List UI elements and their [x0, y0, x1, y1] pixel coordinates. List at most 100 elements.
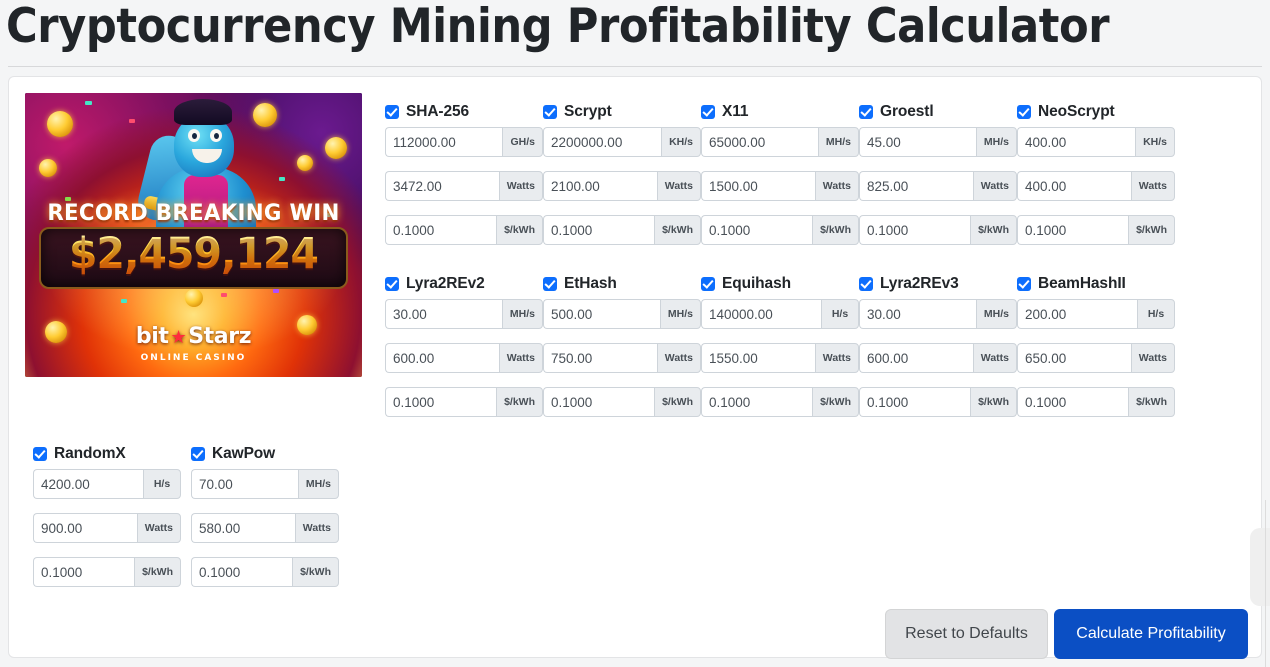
hashrate-input[interactable] — [385, 299, 502, 329]
algorithm-checkbox-x11[interactable] — [701, 105, 715, 119]
ad-headline: RECORD BREAKING WIN — [47, 201, 340, 226]
hashrate-unit-addon: H/s — [821, 299, 859, 329]
algorithm-checkbox-neoscrypt[interactable] — [1017, 105, 1031, 119]
cost-input[interactable] — [543, 215, 655, 245]
hashrate-input-group: MH/s — [385, 299, 543, 329]
confetti — [273, 289, 279, 293]
power-unit-addon: Watts — [1130, 171, 1175, 201]
algorithm-label: KawPow — [212, 445, 276, 462]
hashrate-input-group: MH/s — [859, 299, 1017, 329]
algorithm-checkbox-groestl[interactable] — [859, 105, 873, 119]
algorithm-header: Scrypt — [543, 101, 701, 123]
hashrate-unit-addon: H/s — [1137, 299, 1175, 329]
algorithm-block-lyra2rev3: Lyra2REv3 MH/s Watts $/kWh — [859, 273, 1017, 431]
algorithm-label: RandomX — [54, 445, 126, 462]
algorithm-checkbox-lyra2rev2[interactable] — [385, 277, 399, 291]
power-input[interactable] — [33, 513, 137, 543]
power-input[interactable] — [385, 343, 499, 373]
cost-unit-addon: $/kWh — [134, 557, 181, 587]
algorithm-grid: SHA-256 GH/s Watts $/kWh — [385, 101, 1185, 445]
coin-icon — [39, 159, 57, 177]
cost-input-group: $/kWh — [33, 557, 181, 587]
power-unit-addon: Watts — [498, 343, 543, 373]
algorithm-header: Lyra2REv2 — [385, 273, 543, 295]
power-input[interactable] — [859, 171, 973, 201]
algorithm-checkbox-equihash[interactable] — [701, 277, 715, 291]
algorithm-block-lyra2rev2: Lyra2REv2 MH/s Watts $/kWh — [385, 273, 543, 431]
algorithm-label: Lyra2REv3 — [880, 275, 959, 292]
power-input[interactable] — [543, 343, 657, 373]
advertisement-banner[interactable]: RECORD BREAKING WIN $2,459,124 bit ★Starz… — [25, 93, 362, 377]
hashrate-input[interactable] — [191, 469, 298, 499]
cost-input[interactable] — [543, 387, 655, 417]
power-input[interactable] — [543, 171, 657, 201]
cost-input[interactable] — [1017, 215, 1129, 245]
confetti — [85, 101, 92, 105]
hashrate-input[interactable] — [385, 127, 503, 157]
cost-unit-addon: $/kWh — [812, 387, 859, 417]
power-unit-addon: Watts — [294, 513, 339, 543]
hashrate-input[interactable] — [859, 299, 976, 329]
hashrate-input[interactable] — [701, 299, 821, 329]
hashrate-unit-addon: H/s — [143, 469, 181, 499]
power-input[interactable] — [1017, 343, 1131, 373]
algorithm-header: Groestl — [859, 101, 1017, 123]
cost-input-group: $/kWh — [1017, 215, 1175, 245]
cost-unit-addon: $/kWh — [496, 215, 543, 245]
cost-unit-addon: $/kWh — [496, 387, 543, 417]
algorithm-checkbox-lyra2rev3[interactable] — [859, 277, 873, 291]
power-unit-addon: Watts — [1130, 343, 1175, 373]
algorithm-checkbox-scrypt[interactable] — [543, 105, 557, 119]
cost-input[interactable] — [385, 215, 497, 245]
hashrate-input[interactable] — [859, 127, 976, 157]
power-input[interactable] — [191, 513, 295, 543]
power-unit-addon: Watts — [136, 513, 181, 543]
algorithm-label: Equihash — [722, 275, 791, 292]
cost-input[interactable] — [191, 557, 293, 587]
cost-input[interactable] — [33, 557, 135, 587]
coin-icon — [47, 111, 73, 137]
hashrate-unit-addon: MH/s — [659, 299, 701, 329]
brand-right-text: Starz — [188, 324, 252, 349]
cost-input[interactable] — [859, 215, 971, 245]
hashrate-unit-addon: KH/s — [1135, 127, 1175, 157]
hashrate-input[interactable] — [33, 469, 143, 499]
hashrate-input[interactable] — [1017, 299, 1137, 329]
calculate-profitability-button[interactable]: Calculate Profitability — [1054, 609, 1248, 659]
algorithm-checkbox-randomx[interactable] — [33, 447, 47, 461]
hashrate-input[interactable] — [701, 127, 818, 157]
ad-subtitle: ONLINE CASINO — [140, 353, 247, 363]
edge-panel-handle[interactable] — [1250, 528, 1270, 606]
power-input-group: Watts — [859, 343, 1017, 373]
cost-unit-addon: $/kWh — [292, 557, 339, 587]
cost-input[interactable] — [385, 387, 497, 417]
power-input-group: Watts — [543, 171, 701, 201]
cost-input-group: $/kWh — [701, 387, 859, 417]
power-input[interactable] — [1017, 171, 1131, 201]
power-input[interactable] — [701, 343, 815, 373]
cost-input[interactable] — [859, 387, 971, 417]
algorithm-checkbox-beamhashii[interactable] — [1017, 277, 1031, 291]
power-input[interactable] — [701, 171, 815, 201]
cost-input-group: $/kWh — [1017, 387, 1175, 417]
cost-input[interactable] — [701, 215, 813, 245]
algorithm-row: SHA-256 GH/s Watts $/kWh — [385, 101, 1185, 273]
hashrate-input-group: H/s — [1017, 299, 1175, 329]
power-input-group: Watts — [701, 343, 859, 373]
algorithm-label: EtHash — [564, 275, 617, 292]
algorithm-checkbox-sha-256[interactable] — [385, 105, 399, 119]
algorithm-checkbox-kawpow[interactable] — [191, 447, 205, 461]
algorithm-block-groestl: Groestl MH/s Watts $/kWh — [859, 101, 1017, 259]
power-input[interactable] — [385, 171, 499, 201]
algorithm-header: EtHash — [543, 273, 701, 295]
algorithm-checkbox-ethash[interactable] — [543, 277, 557, 291]
hashrate-input[interactable] — [543, 299, 660, 329]
power-input[interactable] — [859, 343, 973, 373]
algorithm-header: X11 — [701, 101, 859, 123]
reset-to-defaults-button[interactable]: Reset to Defaults — [885, 609, 1048, 659]
cost-unit-addon: $/kWh — [1128, 215, 1175, 245]
cost-input[interactable] — [1017, 387, 1129, 417]
cost-input[interactable] — [701, 387, 813, 417]
hashrate-input[interactable] — [1017, 127, 1136, 157]
hashrate-input[interactable] — [543, 127, 662, 157]
